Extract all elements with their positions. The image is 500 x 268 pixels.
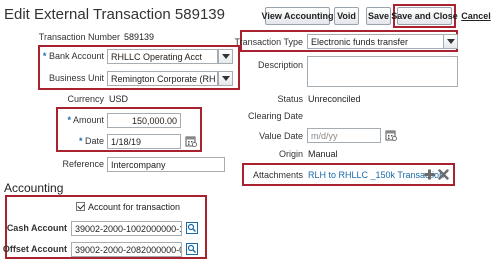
- amount-label-text: Amount: [72, 115, 104, 125]
- transaction-type-select[interactable]: Electronic funds transfer: [307, 34, 444, 49]
- bank-account-label: * Bank Account: [0, 51, 104, 61]
- account-for-transaction-checkbox[interactable]: [76, 202, 85, 211]
- amount-input[interactable]: 150,000.00: [107, 113, 181, 128]
- calendar-icon[interactable]: [385, 129, 397, 141]
- transaction-number-label: Transaction Number: [38, 32, 120, 42]
- account-for-transaction-label: Account for transaction: [88, 202, 181, 212]
- cancel-button[interactable]: Cancel: [460, 7, 492, 25]
- description-label: Description: [257, 60, 303, 70]
- origin-value: Manual: [308, 149, 338, 159]
- required-marker: *: [67, 115, 71, 125]
- close-icon[interactable]: [438, 169, 449, 180]
- business-unit-select[interactable]: Remington Corporate (RH: [107, 71, 218, 86]
- search-lookup-icon[interactable]: [186, 243, 198, 255]
- date-label-text: Date: [84, 136, 104, 146]
- calendar-icon[interactable]: [185, 135, 197, 147]
- void-button[interactable]: Void: [334, 7, 359, 25]
- status-label: Status: [277, 94, 303, 104]
- origin-label: Origin: [278, 149, 303, 159]
- attachments-label: Attachments: [252, 170, 303, 180]
- cash-account-label: Cash Account: [6, 223, 67, 233]
- chevron-down-icon[interactable]: [443, 34, 458, 49]
- accounting-section-title: Accounting: [4, 181, 64, 195]
- save-button[interactable]: Save: [366, 7, 391, 25]
- date-label: * Date: [0, 136, 104, 146]
- page-title: Edit External Transaction 589139: [4, 6, 225, 23]
- clearing-date-label: Clearing Date: [247, 111, 303, 121]
- required-marker: *: [78, 136, 83, 146]
- view-accounting-button[interactable]: View Accounting: [262, 7, 334, 25]
- status-value: Unreconciled: [308, 94, 361, 104]
- description-textarea[interactable]: [307, 56, 458, 87]
- date-input[interactable]: 1/18/19: [107, 134, 181, 149]
- cash-account-input[interactable]: 39002-2000-1002000000-100€: [71, 221, 182, 236]
- currency-label: Currency: [67, 94, 104, 104]
- amount-label: * Amount: [0, 115, 104, 125]
- bank-account-label-text: Bank Account: [48, 51, 104, 61]
- required-marker: *: [42, 51, 47, 61]
- offset-account-label: Offset Account: [2, 244, 67, 254]
- transaction-type-label: Transaction Type: [234, 37, 303, 47]
- value-date-input[interactable]: m/d/yy: [307, 128, 381, 143]
- currency-value: USD: [109, 94, 129, 104]
- business-unit-label: Business Unit: [48, 73, 104, 83]
- search-lookup-icon[interactable]: [186, 222, 198, 234]
- chevron-down-icon[interactable]: [218, 71, 233, 86]
- value-date-label: Value Date: [259, 131, 303, 141]
- offset-account-input[interactable]: 39002-2000-2082000000-000(: [71, 242, 182, 257]
- cancel-label: Cancel: [461, 11, 491, 21]
- reference-label: Reference: [62, 159, 104, 169]
- save-and-close-button[interactable]: Save and Close: [391, 7, 458, 25]
- plus-icon[interactable]: [424, 169, 435, 180]
- transaction-number-value: 589139: [124, 32, 155, 42]
